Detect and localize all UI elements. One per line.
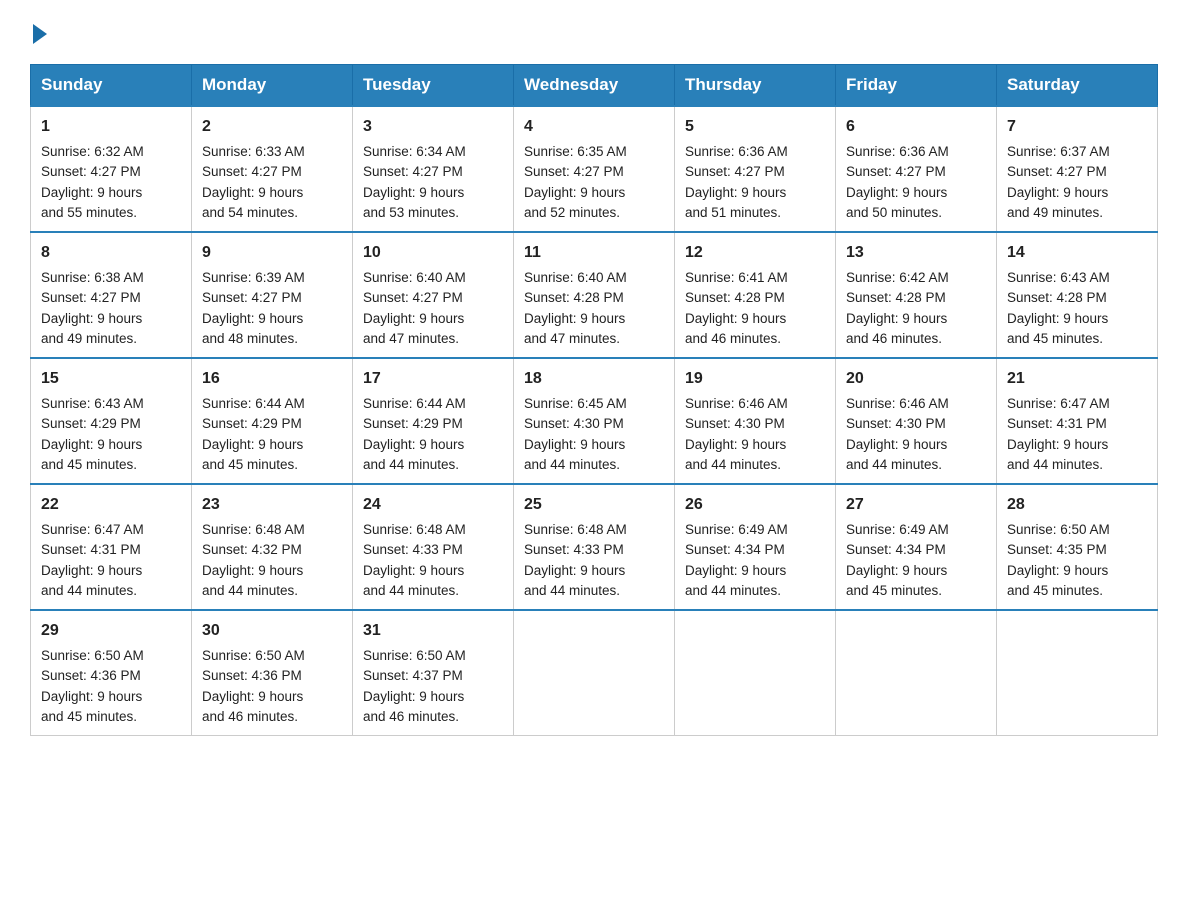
logo — [30, 20, 47, 44]
day-number: 27 — [846, 493, 986, 517]
calendar-cell: 13Sunrise: 6:42 AMSunset: 4:28 PMDayligh… — [836, 232, 997, 358]
day-number: 15 — [41, 367, 181, 391]
day-number: 19 — [685, 367, 825, 391]
day-number: 13 — [846, 241, 986, 265]
calendar-header-row: SundayMondayTuesdayWednesdayThursdayFrid… — [31, 65, 1158, 107]
calendar-cell: 2Sunrise: 6:33 AMSunset: 4:27 PMDaylight… — [192, 106, 353, 232]
calendar-cell: 17Sunrise: 6:44 AMSunset: 4:29 PMDayligh… — [353, 358, 514, 484]
calendar-week-row: 22Sunrise: 6:47 AMSunset: 4:31 PMDayligh… — [31, 484, 1158, 610]
day-number: 17 — [363, 367, 503, 391]
calendar-cell: 24Sunrise: 6:48 AMSunset: 4:33 PMDayligh… — [353, 484, 514, 610]
logo-arrow-icon — [33, 24, 47, 44]
calendar-cell: 8Sunrise: 6:38 AMSunset: 4:27 PMDaylight… — [31, 232, 192, 358]
calendar-cell: 30Sunrise: 6:50 AMSunset: 4:36 PMDayligh… — [192, 610, 353, 736]
calendar-table: SundayMondayTuesdayWednesdayThursdayFrid… — [30, 64, 1158, 736]
day-number: 10 — [363, 241, 503, 265]
day-number: 6 — [846, 115, 986, 139]
day-number: 18 — [524, 367, 664, 391]
calendar-week-row: 8Sunrise: 6:38 AMSunset: 4:27 PMDaylight… — [31, 232, 1158, 358]
day-number: 28 — [1007, 493, 1147, 517]
column-header-saturday: Saturday — [997, 65, 1158, 107]
day-number: 12 — [685, 241, 825, 265]
day-number: 9 — [202, 241, 342, 265]
day-number: 29 — [41, 619, 181, 643]
day-number: 21 — [1007, 367, 1147, 391]
calendar-week-row: 15Sunrise: 6:43 AMSunset: 4:29 PMDayligh… — [31, 358, 1158, 484]
day-number: 1 — [41, 115, 181, 139]
day-number: 11 — [524, 241, 664, 265]
day-number: 23 — [202, 493, 342, 517]
calendar-cell: 10Sunrise: 6:40 AMSunset: 4:27 PMDayligh… — [353, 232, 514, 358]
day-number: 25 — [524, 493, 664, 517]
calendar-cell: 31Sunrise: 6:50 AMSunset: 4:37 PMDayligh… — [353, 610, 514, 736]
calendar-cell: 15Sunrise: 6:43 AMSunset: 4:29 PMDayligh… — [31, 358, 192, 484]
day-number: 2 — [202, 115, 342, 139]
day-number: 22 — [41, 493, 181, 517]
day-number: 7 — [1007, 115, 1147, 139]
column-header-wednesday: Wednesday — [514, 65, 675, 107]
calendar-cell: 11Sunrise: 6:40 AMSunset: 4:28 PMDayligh… — [514, 232, 675, 358]
calendar-cell: 27Sunrise: 6:49 AMSunset: 4:34 PMDayligh… — [836, 484, 997, 610]
calendar-week-row: 1Sunrise: 6:32 AMSunset: 4:27 PMDaylight… — [31, 106, 1158, 232]
calendar-cell: 21Sunrise: 6:47 AMSunset: 4:31 PMDayligh… — [997, 358, 1158, 484]
calendar-cell: 9Sunrise: 6:39 AMSunset: 4:27 PMDaylight… — [192, 232, 353, 358]
calendar-cell: 18Sunrise: 6:45 AMSunset: 4:30 PMDayligh… — [514, 358, 675, 484]
calendar-cell: 16Sunrise: 6:44 AMSunset: 4:29 PMDayligh… — [192, 358, 353, 484]
day-number: 4 — [524, 115, 664, 139]
calendar-cell: 4Sunrise: 6:35 AMSunset: 4:27 PMDaylight… — [514, 106, 675, 232]
column-header-monday: Monday — [192, 65, 353, 107]
day-number: 30 — [202, 619, 342, 643]
calendar-cell: 25Sunrise: 6:48 AMSunset: 4:33 PMDayligh… — [514, 484, 675, 610]
calendar-cell: 5Sunrise: 6:36 AMSunset: 4:27 PMDaylight… — [675, 106, 836, 232]
column-header-friday: Friday — [836, 65, 997, 107]
calendar-cell: 7Sunrise: 6:37 AMSunset: 4:27 PMDaylight… — [997, 106, 1158, 232]
calendar-week-row: 29Sunrise: 6:50 AMSunset: 4:36 PMDayligh… — [31, 610, 1158, 736]
day-number: 24 — [363, 493, 503, 517]
calendar-cell: 19Sunrise: 6:46 AMSunset: 4:30 PMDayligh… — [675, 358, 836, 484]
column-header-tuesday: Tuesday — [353, 65, 514, 107]
calendar-cell: 12Sunrise: 6:41 AMSunset: 4:28 PMDayligh… — [675, 232, 836, 358]
column-header-sunday: Sunday — [31, 65, 192, 107]
calendar-cell — [997, 610, 1158, 736]
day-number: 8 — [41, 241, 181, 265]
day-number: 3 — [363, 115, 503, 139]
day-number: 20 — [846, 367, 986, 391]
calendar-cell: 14Sunrise: 6:43 AMSunset: 4:28 PMDayligh… — [997, 232, 1158, 358]
calendar-cell: 26Sunrise: 6:49 AMSunset: 4:34 PMDayligh… — [675, 484, 836, 610]
calendar-cell: 20Sunrise: 6:46 AMSunset: 4:30 PMDayligh… — [836, 358, 997, 484]
day-number: 5 — [685, 115, 825, 139]
calendar-cell: 23Sunrise: 6:48 AMSunset: 4:32 PMDayligh… — [192, 484, 353, 610]
page-header — [30, 20, 1158, 44]
calendar-cell: 28Sunrise: 6:50 AMSunset: 4:35 PMDayligh… — [997, 484, 1158, 610]
calendar-cell — [675, 610, 836, 736]
day-number: 26 — [685, 493, 825, 517]
calendar-cell: 1Sunrise: 6:32 AMSunset: 4:27 PMDaylight… — [31, 106, 192, 232]
calendar-cell: 29Sunrise: 6:50 AMSunset: 4:36 PMDayligh… — [31, 610, 192, 736]
calendar-cell — [836, 610, 997, 736]
day-number: 14 — [1007, 241, 1147, 265]
calendar-cell — [514, 610, 675, 736]
calendar-cell: 22Sunrise: 6:47 AMSunset: 4:31 PMDayligh… — [31, 484, 192, 610]
calendar-cell: 3Sunrise: 6:34 AMSunset: 4:27 PMDaylight… — [353, 106, 514, 232]
day-number: 16 — [202, 367, 342, 391]
calendar-cell: 6Sunrise: 6:36 AMSunset: 4:27 PMDaylight… — [836, 106, 997, 232]
day-number: 31 — [363, 619, 503, 643]
column-header-thursday: Thursday — [675, 65, 836, 107]
